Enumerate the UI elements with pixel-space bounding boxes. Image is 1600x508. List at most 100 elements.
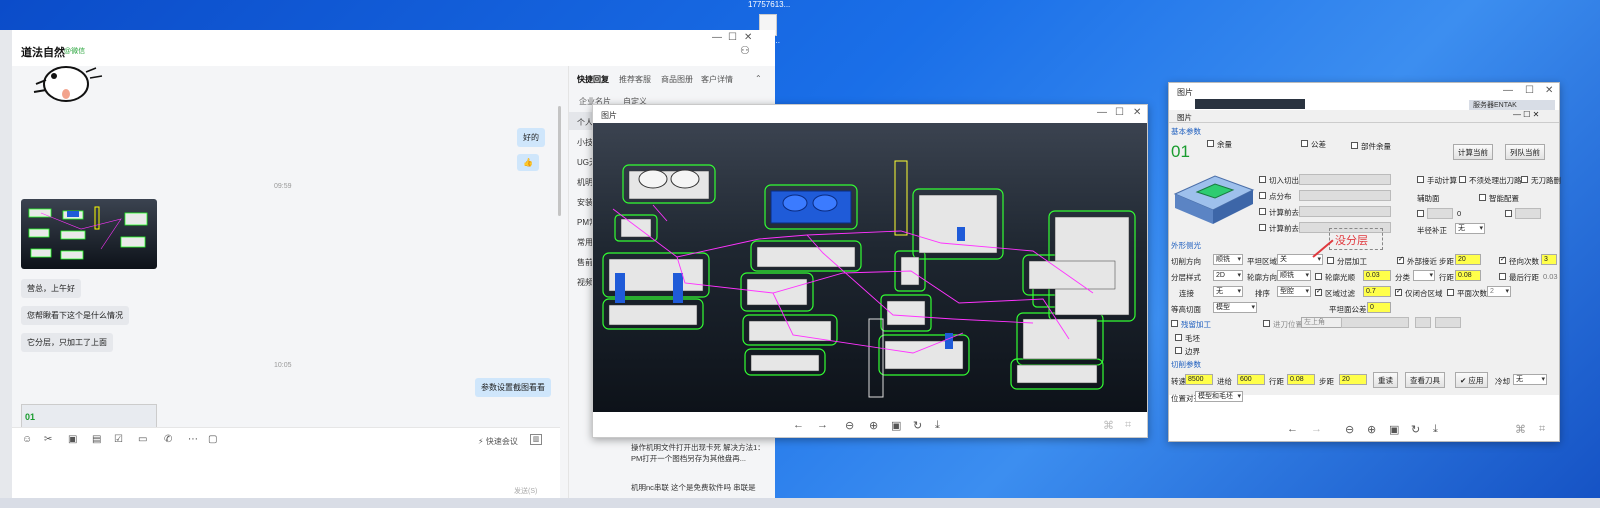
layout-toggle-icon[interactable]: ▥ — [530, 434, 542, 445]
scissors-icon[interactable]: ✂ — [44, 434, 52, 445]
close-button[interactable]: ✕ — [744, 32, 752, 43]
reset-button[interactable]: 重读 — [1373, 372, 1398, 388]
chat-bubble-icon[interactable]: ▢ — [208, 434, 217, 445]
tolerance-checkbox[interactable] — [1301, 140, 1308, 147]
manual-calc-checkbox[interactable] — [1417, 176, 1424, 183]
send-hint[interactable]: 发送(S) — [514, 486, 537, 496]
speed-field[interactable]: 8500 — [1185, 374, 1213, 385]
step2-field[interactable]: 20 — [1339, 374, 1367, 385]
maximize-button[interactable]: ☐ — [1115, 107, 1124, 118]
calc-front-checkbox[interactable] — [1259, 208, 1266, 215]
area-filter-field[interactable]: 0.7 — [1363, 286, 1391, 297]
image-icon[interactable]: ▣ — [68, 434, 77, 445]
cam-screenshot-image[interactable] — [593, 123, 1147, 412]
height-cut-select[interactable]: 模型 — [1213, 302, 1257, 313]
cut-in-out-checkbox[interactable] — [1259, 176, 1266, 183]
entry-button-2[interactable] — [1435, 317, 1461, 328]
point-dist-select[interactable] — [1299, 190, 1391, 201]
calc-after-checkbox[interactable] — [1259, 224, 1266, 231]
maximize-button[interactable]: ☐ — [728, 32, 737, 43]
tab-quick-reply[interactable]: 快捷回复 — [577, 74, 609, 85]
no-blade-checkbox[interactable] — [1521, 176, 1528, 183]
message-bubble[interactable]: 它分层，只加工了上面 — [21, 333, 113, 352]
row2-field[interactable]: 0.08 — [1287, 374, 1315, 385]
next-icon[interactable]: → — [817, 419, 828, 431]
message-bubble[interactable]: 您帮瞅看下这个是什么情况 — [21, 306, 129, 325]
reply-snippet[interactable]: 操作机明文件打开出现卡死 解决方法1：PM打开一个图档另存为其他盘再... — [631, 442, 765, 464]
prev-icon[interactable]: ← — [1287, 423, 1298, 435]
message-bubble[interactable]: 营总，上午好 — [21, 279, 81, 298]
rotate-icon[interactable]: ↻ — [913, 419, 922, 432]
point-dist-checkbox[interactable] — [1259, 192, 1266, 199]
next-icon[interactable]: → — [1311, 423, 1322, 435]
margin-checkbox[interactable] — [1207, 140, 1214, 147]
tab-customer-detail[interactable]: 客户详情 — [701, 74, 733, 85]
last-row-checkbox[interactable] — [1499, 273, 1506, 280]
only-closed-checkbox[interactable] — [1395, 287, 1402, 296]
cool-select[interactable]: 无 — [1513, 374, 1547, 385]
add-member-icon[interactable]: ⚇ — [740, 44, 750, 57]
zoom-out-icon[interactable]: ⊖ — [1345, 423, 1354, 436]
translate-icon[interactable]: ⌘ — [1515, 423, 1526, 436]
smart-config-checkbox[interactable] — [1479, 194, 1486, 201]
folder-icon[interactable]: ▭ — [138, 434, 147, 445]
message-bubble[interactable]: 参数设置截图看看 — [475, 378, 551, 397]
zoom-out-icon[interactable]: ⊖ — [845, 419, 854, 432]
task-icon[interactable]: ☑ — [114, 434, 123, 445]
no-process-checkbox[interactable] — [1459, 176, 1466, 183]
layer-style-select[interactable]: 2D — [1213, 270, 1243, 281]
message-bubble[interactable]: 好的 — [517, 128, 545, 147]
document-icon[interactable]: ▤ — [92, 434, 101, 445]
entry-extra-field[interactable] — [1341, 317, 1409, 328]
col-current-button[interactable]: 列队当前 — [1505, 144, 1545, 160]
contour-smooth-checkbox[interactable] — [1315, 273, 1322, 280]
crop-icon[interactable]: ⌗ — [1539, 423, 1545, 436]
cut-dir-select[interactable]: 顺铣 — [1213, 254, 1243, 265]
layering-checkbox[interactable] — [1327, 257, 1334, 264]
image-thumbnail[interactable]: 01 — [21, 404, 157, 428]
blank-checkbox[interactable] — [1175, 334, 1182, 341]
radius-comp-select[interactable]: 无 — [1455, 223, 1485, 234]
cut-in-out-select[interactable] — [1299, 174, 1391, 185]
entry-pos-checkbox[interactable] — [1263, 320, 1270, 327]
minimize-button[interactable]: — — [1503, 85, 1513, 96]
crop-icon[interactable]: ⌗ — [1125, 419, 1131, 432]
sub-window-controls[interactable]: — ☐ ✕ — [1513, 110, 1539, 119]
step-field[interactable]: 20 — [1455, 254, 1481, 265]
radial-count-field[interactable]: 3 — [1541, 254, 1557, 265]
fit-screen-icon[interactable]: ▣ — [891, 419, 901, 432]
connect-select[interactable]: 无 — [1213, 286, 1243, 297]
image-thumbnail[interactable] — [21, 199, 157, 269]
message-bubble[interactable]: 👍 — [517, 154, 539, 171]
feed-field[interactable]: 600 — [1237, 374, 1265, 385]
contour-smooth-field[interactable]: 0.03 — [1363, 270, 1391, 281]
classify-select[interactable] — [1413, 270, 1435, 281]
maximize-button[interactable]: ☐ — [1525, 85, 1534, 96]
download-icon[interactable]: ⤓ — [1433, 423, 1438, 436]
flat-count-checkbox[interactable] — [1447, 289, 1454, 296]
zoom-in-icon[interactable]: ⊕ — [1367, 423, 1376, 436]
desktop-icon-1[interactable]: 17757613... — [748, 0, 790, 9]
offset-field-1[interactable] — [1427, 208, 1453, 219]
row-field[interactable]: 0.08 — [1455, 270, 1481, 281]
entry-button-1[interactable] — [1415, 317, 1431, 328]
radial-count-checkbox[interactable] — [1499, 255, 1506, 264]
prev-icon[interactable]: ← — [793, 419, 804, 431]
emoji-icon[interactable]: ☺ — [22, 434, 32, 445]
calc-current-button[interactable]: 计算当前 — [1453, 144, 1493, 160]
boundary-checkbox[interactable] — [1175, 347, 1182, 354]
rotate-icon[interactable]: ↻ — [1411, 423, 1420, 436]
offset-field-2[interactable] — [1515, 208, 1541, 219]
sort-select[interactable]: 型腔 — [1277, 286, 1311, 297]
minimize-button[interactable]: — — [1097, 107, 1107, 118]
part-margin-checkbox[interactable] — [1351, 142, 1358, 149]
quick-meeting-button[interactable]: ⚡ 快速会议 — [478, 436, 518, 447]
offset-checkbox-1[interactable] — [1417, 210, 1424, 217]
fit-screen-icon[interactable]: ▣ — [1389, 423, 1399, 436]
sink-checkbox[interactable] — [1171, 320, 1178, 327]
outer-approach-checkbox[interactable] — [1397, 255, 1404, 264]
area-filter-checkbox[interactable] — [1315, 287, 1322, 296]
calc-front-select[interactable] — [1299, 206, 1391, 217]
check-tool-button[interactable]: 查看刀具 — [1405, 372, 1445, 388]
offset-checkbox-2[interactable] — [1505, 210, 1512, 217]
